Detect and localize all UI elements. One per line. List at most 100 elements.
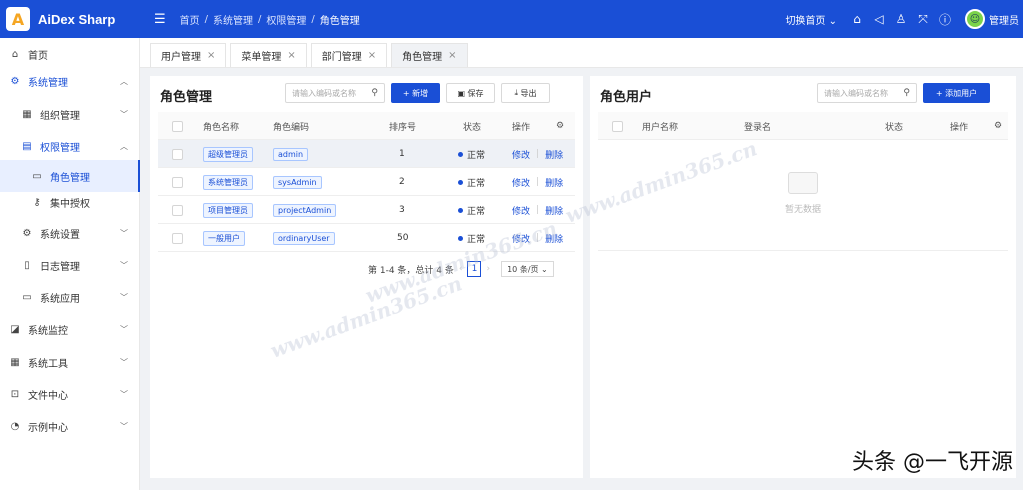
delete-link[interactable]: 删除 [545,176,563,189]
search-icon[interactable]: ⚲ [903,88,910,98]
column-header: 角色名称 [203,122,240,133]
tab-dept-management[interactable]: 部门管理 × [310,43,388,67]
sidebar: ⌂ 首页 ⚙ 系统管理 ︿ ▦ 组织管理 ﹀ ▤ 权限管理 ︿ ▭ 角色管理 ⚷ 集中授权 ⚙ 系统… [0,38,140,490]
sidebar-item-system-monitor[interactable]: ◪ 系统监控 ﹀ [0,313,140,345]
row-checkbox[interactable] [172,148,183,160]
delete-link[interactable]: 删除 [545,204,563,217]
source-caption: 头条 @一飞开源 [852,450,1013,475]
breadcrumb-item[interactable]: 系统管理 [213,12,253,27]
avatar[interactable]: ☺ [965,9,985,29]
switch-home-dropdown[interactable]: 切换首页 ⌄ [785,12,837,27]
close-icon[interactable]: × [448,50,456,61]
sidebar-item-permission-management[interactable]: ▤ 权限管理 ︿ [0,130,140,162]
export-button[interactable]: ⤓ 导出 [501,83,550,103]
edit-link[interactable]: 修改 [512,176,530,189]
panel-title: 角色用户 [600,90,653,105]
add-role-button[interactable]: + 新增 [391,83,440,103]
sidebar-item-log-management[interactable]: ▯ 日志管理 ﹀ [0,249,140,281]
sidebar-item-file-center[interactable]: ⊡ 文件中心 ﹀ [0,378,140,410]
chart-icon: ◪ [10,323,20,335]
page-number[interactable]: 1 [467,261,482,277]
role-search-input[interactable]: 请输入编码或名称 ⚲ [285,83,385,103]
row-checkbox[interactable] [172,232,183,244]
table-row[interactable]: 一般用户 ordinaryUser 50 正常 修改 | 删除 [158,224,575,252]
delete-link[interactable]: 删除 [545,148,563,161]
sidebar-item-system-management[interactable]: ⚙ 系统管理 ︿ [0,65,140,97]
id-card-icon: ▭ [32,170,42,182]
table-header: 角色名称 角色编码 排序号 状态 操作 ⚙ [158,112,575,140]
select-all-checkbox[interactable] [172,120,183,132]
sidebar-item-org-management[interactable]: ▦ 组织管理 ﹀ [0,98,140,130]
close-icon[interactable]: × [287,50,295,61]
close-icon[interactable]: × [368,50,376,61]
clipboard-icon: ▯ [24,259,30,271]
breadcrumb-item[interactable]: 权限管理 [266,12,306,27]
info-icon[interactable]: ⓘ [935,11,955,28]
role-name-tag: 项目管理员 [203,202,253,218]
tab-user-management[interactable]: 用户管理 × [150,43,227,67]
chevron-down-icon: ﹀ [120,292,128,302]
column-header: 状态 [885,122,904,133]
edit-link[interactable]: 修改 [512,148,530,161]
top-bar: A AiDex Sharp ☰ 首页 / 系统管理 / 权限管理 / 角色管理 切换首… [0,0,1023,38]
column-settings-icon[interactable]: ⚙ [556,112,564,140]
role-users-panel: 角色用户 请输入编码或名称 ⚲ + 添加用户 用户名称 登录名 状态 操作 ⚙ 暂… [590,76,1016,478]
app-name: AiDex Sharp [38,11,116,27]
sidebar-item-system-tools[interactable]: ▦ 系统工具 ﹀ [0,346,140,378]
sidebar-item-example-center[interactable]: ◔ 示例中心 ﹀ [0,410,140,442]
table-row[interactable]: 超级管理员 admin 1 正常 修改 | 删除 [158,140,575,168]
role-code-tag: sysAdmin [273,175,322,189]
chevron-up-icon: ︿ [120,76,128,86]
row-checkbox[interactable] [172,204,183,216]
tab-role-management[interactable]: 角色管理 × [391,43,468,67]
role-name-tag: 一般用户 [203,230,245,246]
table-row[interactable]: 项目管理员 projectAdmin 3 正常 修改 | 删除 [158,196,575,224]
role-name-tag: 系统管理员 [203,174,253,190]
user-search-input[interactable]: 请输入编码或名称 ⚲ [817,83,917,103]
prev-page-icon[interactable]: ‹ [459,264,463,274]
sidebar-item-central-authorization[interactable]: ⚷ 集中授权 [0,186,140,218]
edit-link[interactable]: 修改 [512,204,530,217]
grid-icon: ▦ [22,108,32,120]
panel-title: 角色管理 [160,90,213,105]
row-checkbox[interactable] [172,176,183,188]
status-text: 正常 [467,206,486,217]
delete-link[interactable]: 删除 [545,232,563,245]
grid-icon: ▦ [10,356,20,368]
chevron-up-icon: ︿ [120,141,128,151]
close-icon[interactable]: × [207,50,215,61]
tab-menu-management[interactable]: 菜单管理 × [230,43,307,67]
speaker-icon[interactable]: ◁ [869,12,889,26]
order-value: 1 [399,149,405,159]
save-icon: ▣ [457,88,465,98]
shirt-icon[interactable]: ♙ [891,12,911,26]
select-all-checkbox[interactable] [612,120,623,132]
username[interactable]: 管理员 [989,12,1019,27]
breadcrumb-item[interactable]: 首页 [180,12,200,27]
fullscreen-icon[interactable]: ⤧ [913,12,933,27]
sidebar-item-system-settings[interactable]: ⚙ 系统设置 ﹀ [0,217,140,249]
brand[interactable]: A AiDex Sharp [0,0,140,38]
empty-box-icon [788,172,818,194]
save-button[interactable]: ▣ 保存 [446,83,495,103]
edit-link[interactable]: 修改 [512,232,530,245]
table-row[interactable]: 系统管理员 sysAdmin 2 正常 修改 | 删除 [158,168,575,196]
column-settings-icon[interactable]: ⚙ [994,112,1002,140]
status-text: 正常 [467,150,486,161]
menu-toggle-icon[interactable]: ☰ [154,12,166,27]
home-icon[interactable]: ⌂ [847,12,867,26]
column-header: 操作 [950,122,969,133]
gear-icon: ⚙ [10,75,20,87]
pagination: 第 1-4 条，总计 4 条 ‹ 1 › 10 条/页 ⌄ [368,261,554,277]
pagination-summary: 第 1-4 条，总计 4 条 [368,265,454,276]
status-text: 正常 [467,178,486,189]
key-icon: ⚷ [33,196,41,208]
next-page-icon[interactable]: › [486,264,490,274]
page-size-select[interactable]: 10 条/页 ⌄ [501,261,554,277]
add-user-button[interactable]: + 添加用户 [923,83,990,103]
order-value: 3 [399,205,405,215]
gear-icon: ⚙ [22,227,32,239]
role-code-tag: projectAdmin [273,203,337,217]
search-icon[interactable]: ⚲ [371,88,378,98]
sidebar-item-system-apps[interactable]: ▭ 系统应用 ﹀ [0,281,140,313]
